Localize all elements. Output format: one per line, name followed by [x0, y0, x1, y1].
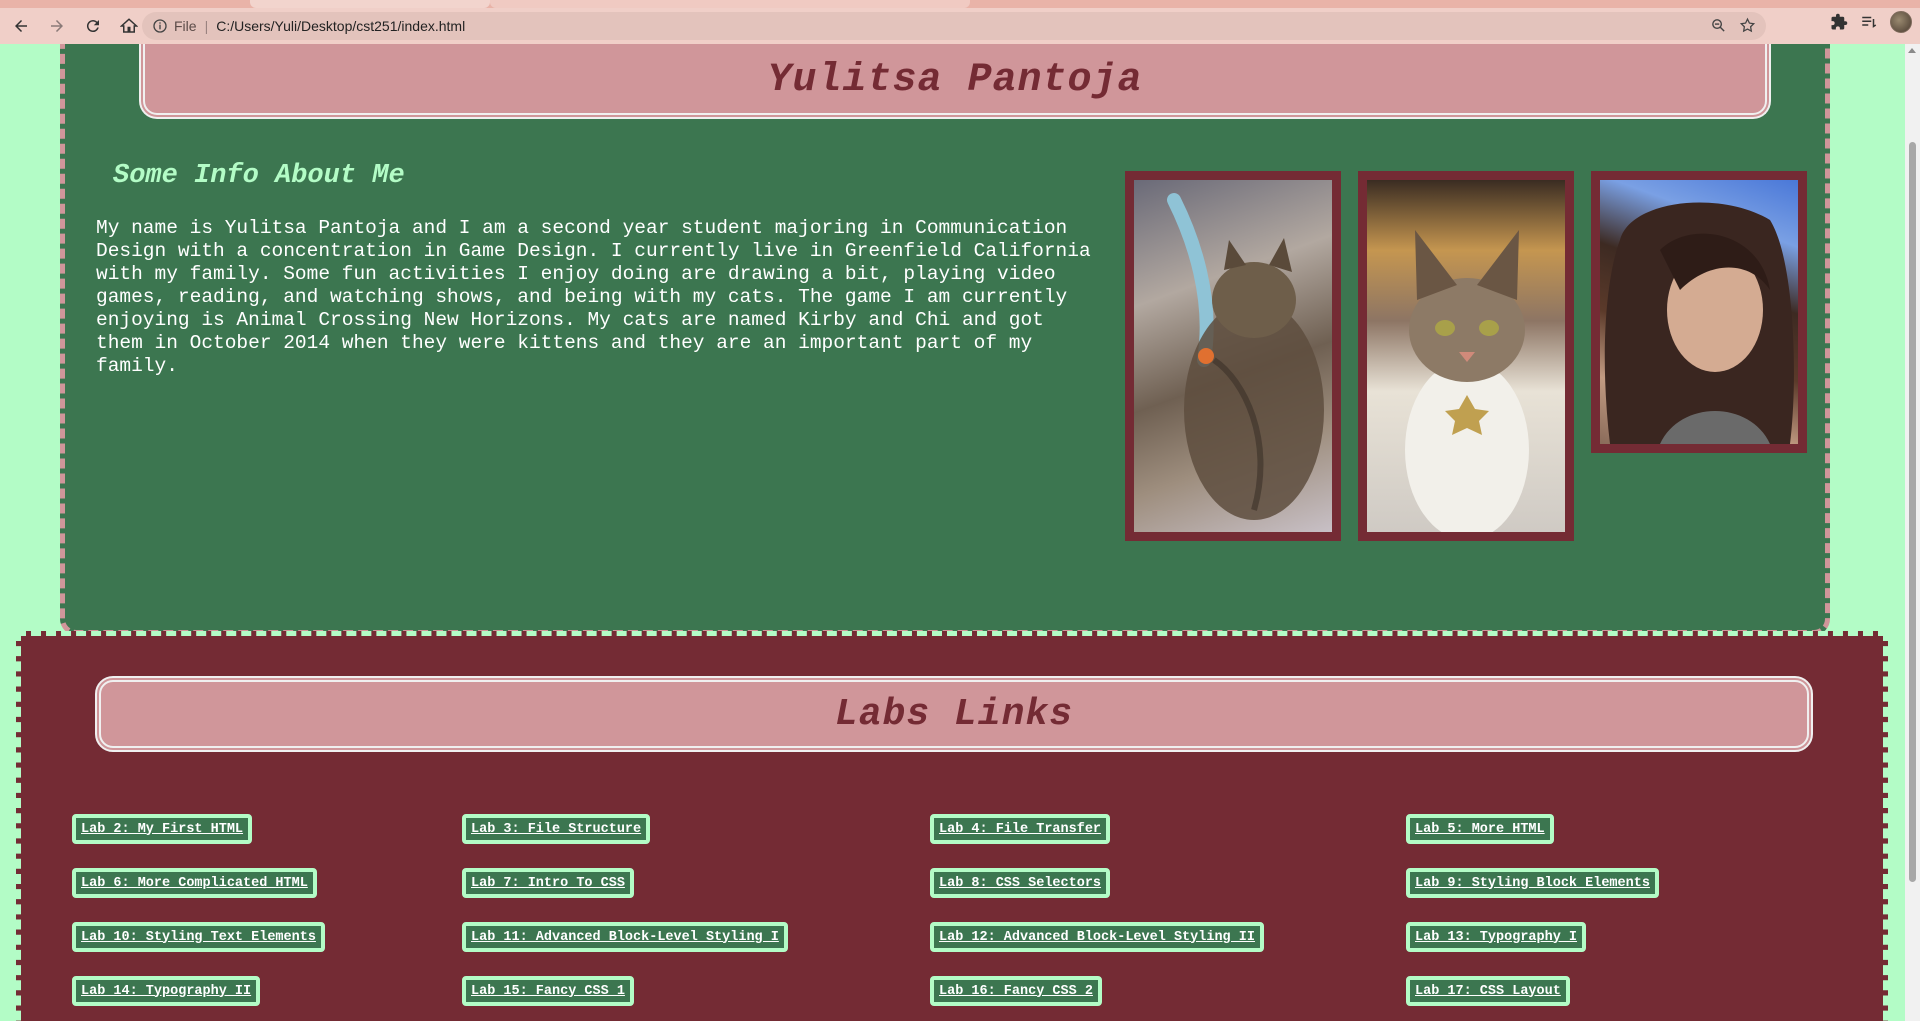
lab-link-12[interactable]: Lab 12: Advanced Block-Level Styling II: [930, 922, 1264, 952]
address-bar[interactable]: File | C:/Users/Yuli/Desktop/cst251/inde…: [142, 12, 1766, 40]
home-button[interactable]: [114, 11, 144, 41]
profile-avatar[interactable]: [1890, 11, 1912, 33]
lab-link-15[interactable]: Lab 15: Fancy CSS 1: [462, 976, 634, 1006]
zoom-icon[interactable]: [1710, 17, 1727, 34]
cat-photo-1-image: [1167, 193, 1324, 520]
selfie-photo: [1591, 171, 1807, 453]
about-paragraph: My name is Yulitsa Pantoja and I am a se…: [96, 217, 1091, 377]
bookmark-star-icon[interactable]: [1739, 17, 1756, 34]
home-icon: [120, 18, 138, 33]
tab-active[interactable]: [250, 0, 490, 8]
lab-link-11[interactable]: Lab 11: Advanced Block-Level Styling I: [462, 922, 788, 952]
selfie-photo-image: [1604, 202, 1794, 444]
scrollbar-thumb[interactable]: [1909, 142, 1916, 882]
about-heading: Some Info About Me: [113, 161, 405, 191]
lab-link-6[interactable]: Lab 6: More Complicated HTML: [72, 868, 317, 898]
cat-photo-2-image: [1405, 230, 1529, 532]
lab-link-7[interactable]: Lab 7: Intro To CSS: [462, 868, 634, 898]
info-icon[interactable]: [152, 18, 168, 34]
reload-icon: [86, 20, 99, 33]
cat-photo-chi: [1358, 171, 1574, 541]
forward-icon: [51, 20, 63, 32]
lab-link-13[interactable]: Lab 13: Typography I: [1406, 922, 1587, 952]
scroll-up-arrow-icon[interactable]: [1908, 48, 1916, 53]
lab-link-4[interactable]: Lab 4: File Transfer: [930, 814, 1111, 844]
lab-link-2[interactable]: Lab 2: My First HTML: [72, 814, 253, 844]
back-button[interactable]: [6, 11, 36, 41]
labs-header-banner: Labs Links: [95, 676, 1813, 752]
lab-link-3[interactable]: Lab 3: File Structure: [462, 814, 651, 844]
lab-link-9[interactable]: Lab 9: Styling Block Elements: [1406, 868, 1659, 898]
cat-photo-kirby: [1125, 171, 1341, 541]
lab-link-8[interactable]: Lab 8: CSS Selectors: [930, 868, 1111, 898]
browser-toolbar: File | C:/Users/Yuli/Desktop/cst251/inde…: [0, 8, 1920, 44]
reload-button[interactable]: [78, 11, 108, 41]
scheme-label: File: [174, 18, 197, 34]
labs-links-section: Labs Links Lab 2: My First HTML Lab 3: F…: [16, 631, 1888, 1021]
page-title: Yulitsa Pantoja: [767, 57, 1143, 103]
reading-list-icon[interactable]: [1860, 13, 1878, 31]
lab-link-17[interactable]: Lab 17: CSS Layout: [1406, 976, 1570, 1006]
url-text[interactable]: C:/Users/Yuli/Desktop/cst251/index.html: [216, 18, 465, 34]
labs-heading: Labs Links: [834, 692, 1074, 736]
about-me-section: Yulitsa Pantoja Some Info About Me My na…: [60, 44, 1830, 635]
omnibox-separator: |: [204, 18, 209, 34]
tab-strip: [0, 0, 1920, 8]
vertical-scrollbar[interactable]: [1905, 44, 1920, 1021]
lab-link-5[interactable]: Lab 5: More HTML: [1406, 814, 1554, 844]
lab-link-10[interactable]: Lab 10: Styling Text Elements: [72, 922, 325, 952]
back-icon: [15, 20, 27, 32]
tab-inactive[interactable]: [490, 0, 970, 8]
lab-link-14[interactable]: Lab 14: Typography II: [72, 976, 261, 1006]
forward-button[interactable]: [42, 11, 72, 41]
web-page: Yulitsa Pantoja Some Info About Me My na…: [0, 44, 1905, 1021]
lab-link-16[interactable]: Lab 16: Fancy CSS 2: [930, 976, 1102, 1006]
name-header-banner: Yulitsa Pantoja: [139, 44, 1771, 119]
extensions-icon[interactable]: [1830, 13, 1848, 31]
